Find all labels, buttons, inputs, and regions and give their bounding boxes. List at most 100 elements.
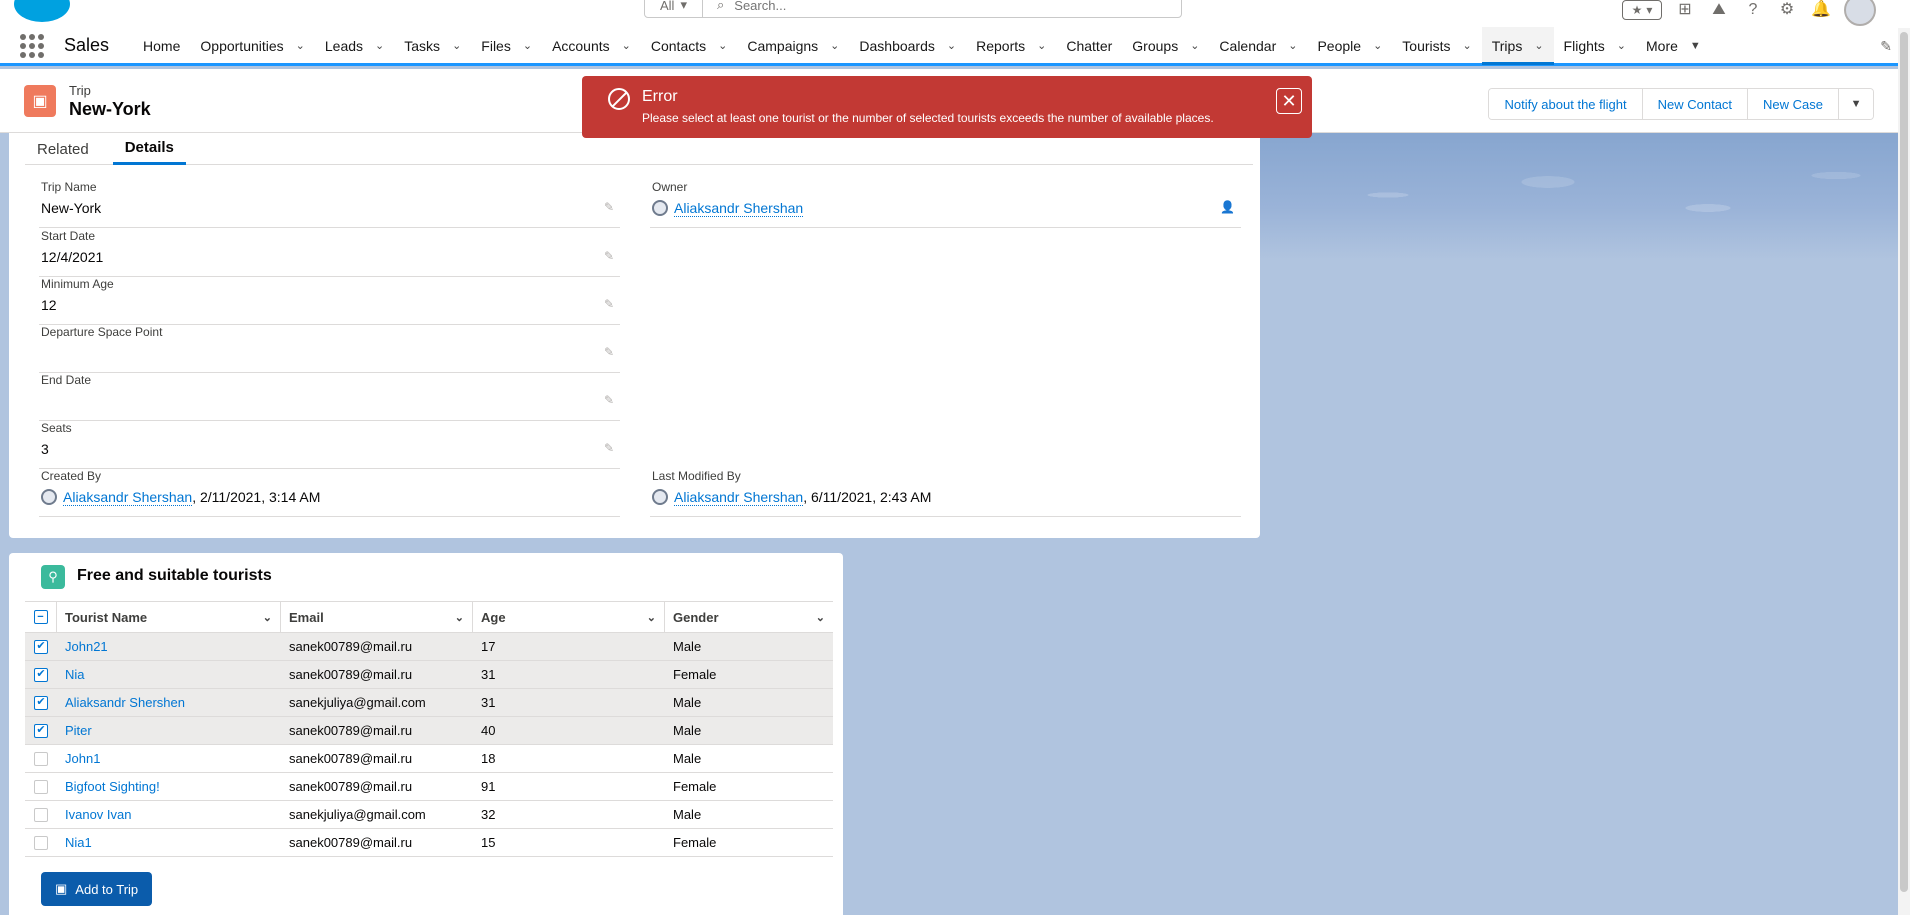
nav-item-reports[interactable]: Reports ⌄ xyxy=(966,27,1056,65)
nav-item-home[interactable]: Home xyxy=(133,27,190,65)
chevron-down-icon[interactable]: ⌄ xyxy=(647,611,656,624)
column-header-email[interactable]: Email ⌄ xyxy=(281,602,473,632)
add-to-trip-button[interactable]: ▣ Add to Trip xyxy=(41,872,153,906)
tourist-name-link[interactable]: Nia xyxy=(57,667,281,682)
chevron-down-icon[interactable]: ⌄ xyxy=(1190,39,1199,52)
pencil-icon[interactable]: ✎ xyxy=(604,297,614,311)
chevron-down-icon[interactable]: ⌄ xyxy=(1534,39,1543,52)
help-icon[interactable]: ? xyxy=(1742,0,1764,21)
chevron-down-icon[interactable]: ▼ xyxy=(1690,40,1701,52)
search-input[interactable] xyxy=(734,0,1135,13)
column-header-age[interactable]: Age ⌄ xyxy=(473,602,665,632)
chevron-down-icon[interactable]: ⌄ xyxy=(1373,39,1382,52)
nav-item-accounts[interactable]: Accounts ⌄ xyxy=(542,27,641,65)
nav-item-tourists[interactable]: Tourists ⌄ xyxy=(1392,27,1481,65)
chevron-down-icon[interactable]: ⌄ xyxy=(816,611,825,624)
tab-related[interactable]: Related xyxy=(25,133,101,165)
page-scrollbar[interactable] xyxy=(1898,28,1910,915)
row-checkbox[interactable] xyxy=(34,807,48,822)
tourist-name-link[interactable]: Ivanov Ivan xyxy=(57,807,281,822)
chevron-down-icon[interactable]: ⌄ xyxy=(1037,39,1046,52)
gear-icon[interactable]: ⚙ xyxy=(1776,0,1798,21)
column-header-gender[interactable]: Gender ⌄ xyxy=(665,602,833,632)
nav-item-groups[interactable]: Groups ⌄ xyxy=(1122,27,1209,65)
chevron-down-icon[interactable]: ⌄ xyxy=(830,39,839,52)
chevron-down-icon[interactable]: ⌄ xyxy=(1617,39,1626,52)
record-title: New-York xyxy=(69,99,151,119)
column-label: Tourist Name xyxy=(65,609,148,625)
chevron-down-icon[interactable]: ⌄ xyxy=(1463,39,1472,52)
nav-item-calendar[interactable]: Calendar ⌄ xyxy=(1209,27,1307,65)
pencil-icon[interactable]: ✎ xyxy=(604,345,614,359)
notify-flight-button[interactable]: Notify about the flight xyxy=(1489,89,1643,119)
nav-item-more[interactable]: More ▼ xyxy=(1636,27,1711,65)
chevron-down-icon[interactable]: ⌄ xyxy=(455,611,464,624)
salesforce-logo[interactable] xyxy=(14,0,70,22)
chevron-down-icon[interactable]: ⌄ xyxy=(452,39,461,52)
field-start-date: Start Date 12/4/2021 ✎ xyxy=(39,229,620,277)
row-checkbox[interactable] xyxy=(34,835,48,850)
global-actions-icon[interactable]: ⊞ xyxy=(1674,0,1696,21)
search-scope-select[interactable]: All ▾ xyxy=(645,0,703,17)
bell-icon[interactable]: 🔔 xyxy=(1810,0,1832,21)
tab-details[interactable]: Details xyxy=(112,133,186,165)
chevron-down-icon[interactable]: ⌄ xyxy=(375,39,384,52)
table-row: ✔ Aliaksandr Shershen sanekjuliya@gmail.co… xyxy=(25,689,833,717)
row-checkbox[interactable]: ✔ xyxy=(34,695,48,710)
nav-item-dashboards[interactable]: Dashboards ⌄ xyxy=(849,27,966,65)
nav-item-trips[interactable]: Trips ⌄ xyxy=(1481,26,1554,65)
nav-item-flights[interactable]: Flights ⌄ xyxy=(1554,27,1636,65)
pencil-icon[interactable]: ✎ xyxy=(604,249,614,263)
more-actions-chevron-icon[interactable]: ▼ xyxy=(1839,89,1873,119)
chevron-down-icon[interactable]: ⌄ xyxy=(622,39,631,52)
chevron-down-icon[interactable]: ⌄ xyxy=(718,39,727,52)
change-owner-icon[interactable]: 👤 xyxy=(1220,200,1235,214)
tourist-name-link[interactable]: Nia1 xyxy=(57,835,281,850)
chevron-down-icon[interactable]: ⌄ xyxy=(296,39,305,52)
edit-nav-icon[interactable]: ✎ xyxy=(1880,38,1892,55)
created-by-link[interactable]: Aliaksandr Shershan xyxy=(63,489,193,506)
nav-item-leads[interactable]: Leads ⌄ xyxy=(315,27,394,65)
nav-item-label: Dashboards xyxy=(859,37,935,54)
chevron-down-icon[interactable]: ⌄ xyxy=(523,39,532,52)
chevron-down-icon[interactable]: ⌄ xyxy=(263,611,272,624)
nav-item-files[interactable]: Files ⌄ xyxy=(471,27,542,65)
global-search: All ▾ ⌕ xyxy=(644,0,1182,18)
favorites-button[interactable]: ★ ▾ xyxy=(1622,0,1662,20)
tourist-name-link[interactable]: Bigfoot Sighting! xyxy=(57,779,281,794)
close-icon[interactable]: ✕ xyxy=(1276,88,1302,114)
column-header-name[interactable]: Tourist Name ⌄ xyxy=(57,602,281,632)
tourist-name-link[interactable]: Aliaksandr Shershen xyxy=(57,695,281,710)
row-checkbox[interactable]: ✔ xyxy=(34,667,48,682)
tourist-name-link[interactable]: John1 xyxy=(57,751,281,766)
nav-item-chatter[interactable]: Chatter xyxy=(1056,27,1122,65)
nav-item-label: Reports xyxy=(976,37,1026,54)
pencil-icon[interactable]: ✎ xyxy=(604,441,614,455)
user-avatar[interactable] xyxy=(1844,0,1876,26)
modified-by-link[interactable]: Aliaksandr Shershan xyxy=(674,489,804,506)
nav-item-campaigns[interactable]: Campaigns ⌄ xyxy=(737,27,849,65)
tourist-name-link[interactable]: John21 xyxy=(57,639,281,654)
owner-link[interactable]: Aliaksandr Shershan xyxy=(674,200,804,217)
nav-item-opportunities[interactable]: Opportunities ⌄ xyxy=(190,27,315,65)
chevron-down-icon[interactable]: ⌄ xyxy=(1288,39,1297,52)
tourist-name-link[interactable]: Piter xyxy=(57,723,281,738)
nav-item-contacts[interactable]: Contacts ⌄ xyxy=(641,27,737,65)
chevron-down-icon[interactable]: ⌄ xyxy=(947,39,956,52)
nav-item-tasks[interactable]: Tasks ⌄ xyxy=(394,27,471,65)
field-label: Last Modified By xyxy=(652,469,741,483)
nav-item-people[interactable]: People ⌄ xyxy=(1307,27,1392,65)
new-contact-button[interactable]: New Contact xyxy=(1642,89,1749,119)
row-checkbox[interactable] xyxy=(34,779,48,794)
row-checkbox[interactable]: ✔ xyxy=(34,639,48,654)
new-case-button[interactable]: New Case xyxy=(1748,89,1839,119)
row-checkbox[interactable]: ✔ xyxy=(34,723,48,738)
pencil-icon[interactable]: ✎ xyxy=(604,200,614,214)
trailhead-icon[interactable]: ⛰ xyxy=(1708,0,1730,21)
select-all-checkbox[interactable]: − xyxy=(33,610,48,624)
scrollbar-thumb[interactable] xyxy=(1900,32,1908,892)
age-cell: 15 xyxy=(481,835,496,850)
row-checkbox[interactable] xyxy=(34,751,48,766)
pencil-icon[interactable]: ✎ xyxy=(604,393,614,407)
app-launcher-icon[interactable] xyxy=(20,33,44,58)
